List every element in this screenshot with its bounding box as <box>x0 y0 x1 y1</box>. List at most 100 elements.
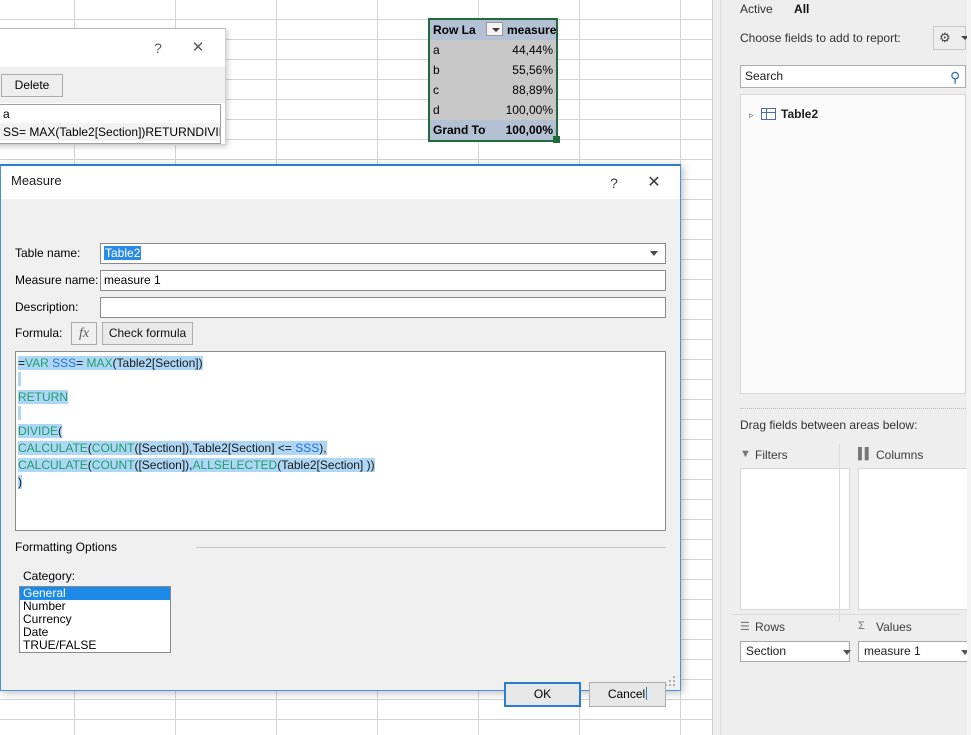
search-input[interactable]: Search ⚲ <box>740 65 966 88</box>
formula-token: COUNT <box>91 458 135 472</box>
table-row[interactable]: b 55,56% <box>430 60 556 80</box>
background-measure-list[interactable]: a SS= MAX(Table2[Section])RETURNDIVID... <box>0 104 221 144</box>
formula-token: VAR <box>25 356 49 370</box>
pivot-grand-total-row[interactable]: Grand Tot 100,00% <box>430 120 556 140</box>
gear-icon: ⚙ <box>939 30 951 45</box>
category-listbox[interactable]: General Number Currency Date TRUE/FALSE <box>19 586 171 653</box>
formula-selection: =VAR SSS= MAX(Table2[Section]) <box>18 356 203 370</box>
close-icon[interactable]: ✕ <box>640 171 668 195</box>
description-row: Description: <box>1 297 680 318</box>
measure-dialog-body: Table name: Table2 Measure name: measure… <box>1 199 680 707</box>
list-item[interactable]: SS= MAX(Table2[Section])RETURNDIVID... <box>0 123 220 141</box>
background-dialog-titlebar: ? ✕ <box>0 29 225 67</box>
measure-name-row: Measure name: measure 1 <box>1 270 680 291</box>
table-icon <box>761 108 776 120</box>
pivottable-fields-inner: Active All Choose fields to add to repor… <box>720 0 971 735</box>
description-input[interactable] <box>100 297 666 318</box>
gear-button[interactable]: ⚙ <box>933 26 969 50</box>
category-label: Category: <box>23 569 76 583</box>
measure-name-input[interactable]: measure 1 <box>100 270 666 291</box>
help-icon[interactable]: ? <box>602 171 626 195</box>
table-row[interactable]: a 44,44% <box>430 40 556 60</box>
measure-dialog[interactable]: Measure ? ✕ Table name: Table2 Measure n… <box>0 164 681 707</box>
sidebar-scrollbar[interactable] <box>967 0 971 735</box>
divider <box>839 444 840 622</box>
formula-token: ), <box>319 441 327 455</box>
sigma-icon: Σ <box>858 620 865 632</box>
ok-button[interactable]: OK <box>504 682 581 707</box>
field-list[interactable]: ▹ Table2 <box>740 94 966 394</box>
field-pill-label: Section <box>746 644 787 658</box>
table-row[interactable]: c 88,89% <box>430 80 556 100</box>
pivot-table[interactable]: Row La measure 1 a 44,44% b 55,56% c 88,… <box>428 18 558 142</box>
formula-token: RETURN <box>18 390 68 404</box>
formula-selection: CALCULATE(COUNT([Section]),ALLSELECTED(T… <box>18 458 375 472</box>
formula-token: MAX <box>86 356 113 370</box>
formula-token: DIVIDE <box>18 424 59 438</box>
choose-fields-label: Choose fields to add to report: <box>740 31 901 45</box>
table-row[interactable]: d 100,00% <box>430 100 556 120</box>
formula-line: DIVIDE( <box>18 423 663 440</box>
pivot-row-label: b <box>433 63 440 77</box>
formula-token: (Table2[Section]) <box>112 356 203 370</box>
pivot-header-rowlabels: Row La <box>433 23 476 37</box>
formula-token: ([Section]),Table2[Section] <= <box>134 441 296 455</box>
formula-toolbar: Formula: fx Check formula <box>1 322 680 347</box>
background-dialog-toolbar: Delete <box>0 67 225 103</box>
formula-token: COUNT <box>91 441 135 455</box>
fx-icon[interactable]: fx <box>71 322 97 345</box>
formula-textarea[interactable]: =VAR SSS= MAX(Table2[Section]) RETURN DIVI… <box>15 351 666 531</box>
pivot-selection-handle[interactable] <box>553 136 560 143</box>
formula-token: CALCULATE <box>18 458 88 472</box>
measure-name-label: Measure name: <box>15 273 99 287</box>
formula-label: Formula: <box>15 326 63 340</box>
field-pill-measure-1[interactable]: measure 1 <box>858 641 969 662</box>
area-box-columns[interactable] <box>858 468 968 610</box>
check-formula-button[interactable]: Check formula <box>102 322 193 345</box>
formula-selection: CALCULATE(COUNT([Section]),Table2[Sectio… <box>18 441 327 455</box>
area-header-filters: Filters <box>755 448 788 462</box>
field-pill-section[interactable]: Section <box>740 641 851 662</box>
area-header-columns: Columns <box>876 448 924 462</box>
divider <box>196 547 666 548</box>
pivot-total-value: 100,00% <box>505 123 553 137</box>
divider <box>732 614 960 615</box>
delete-button[interactable]: Delete <box>1 74 63 97</box>
formula-token: ( <box>58 424 63 438</box>
field-tree-item-table2[interactable]: ▹ Table2 <box>749 105 818 123</box>
close-icon[interactable]: ✕ <box>185 37 211 59</box>
measure-dialog-titlebar: Measure ? ✕ <box>1 166 680 199</box>
category-option[interactable]: TRUE/FALSE <box>20 639 170 652</box>
resize-grip-icon[interactable] <box>665 676 676 687</box>
table-name-label: Table name: <box>15 246 81 260</box>
field-pill-label: measure 1 <box>864 644 921 658</box>
formula-token: ) <box>18 475 22 489</box>
pivot-row-label: a <box>433 43 440 57</box>
formula-selection-gap <box>18 406 21 420</box>
formatting-options-label: Formatting Options <box>15 540 118 554</box>
background-measures-dialog[interactable]: ? ✕ Delete a SS= MAX(Table2[Section])RET… <box>0 28 226 145</box>
area-header-values: Values <box>876 620 912 634</box>
tab-active[interactable]: Active <box>740 2 773 16</box>
filter-dropdown-icon[interactable] <box>486 22 503 36</box>
area-box-filters[interactable] <box>740 468 850 610</box>
formula-selection-gap <box>18 372 21 386</box>
table-name-select[interactable]: Table2 <box>100 243 666 264</box>
pivot-row-value: 44,44% <box>512 43 553 57</box>
formula-token: (Table2[Section] )) <box>277 458 375 472</box>
chevron-down-icon[interactable] <box>650 250 659 259</box>
search-icon: ⚲ <box>949 69 960 85</box>
formula-token: = <box>76 356 87 370</box>
funnel-icon: ▼ <box>740 448 751 460</box>
formula-token: SSS <box>295 441 320 455</box>
list-item[interactable]: a <box>0 105 220 123</box>
chevron-right-icon[interactable]: ▹ <box>749 106 761 124</box>
formula-line: =VAR SSS= MAX(Table2[Section]) <box>18 355 663 372</box>
cancel-button[interactable]: Cancel <box>589 682 666 707</box>
pivot-header-row: Row La measure 1 <box>430 20 556 40</box>
pivot-header-measure: measure 1 <box>507 23 556 37</box>
help-icon[interactable]: ? <box>147 37 169 59</box>
tab-all[interactable]: All <box>794 2 809 16</box>
field-source-tabs: Active All <box>740 2 827 22</box>
columns-icon: ▌▌ <box>858 448 873 460</box>
